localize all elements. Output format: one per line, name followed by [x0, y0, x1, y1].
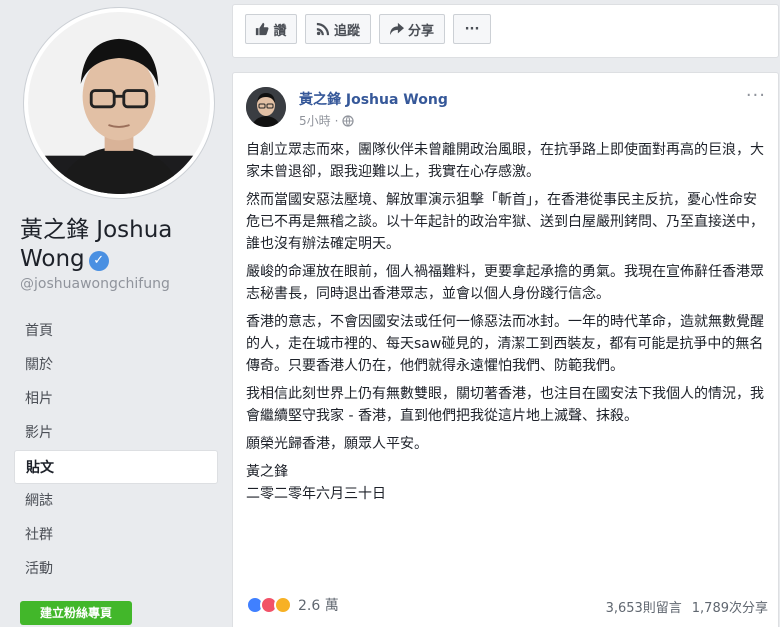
more-options-button[interactable]: ··· [453, 14, 491, 44]
create-page-button[interactable]: 建立粉絲專頁 [20, 601, 132, 625]
post-timestamp[interactable]: 5小時 [299, 112, 331, 129]
post-author-avatar[interactable] [246, 87, 286, 127]
post-paragraph: 嚴峻的命運放在眼前，個人禍福難料，更要拿起承擔的勇氣。我現在宣佈辭任香港眾志秘書… [246, 264, 764, 302]
more-dots-icon: ··· [464, 21, 480, 37]
share-page-label: 分享 [407, 23, 434, 39]
post-footer: 2.6 萬 3,653則留言 1,789次分享 [246, 595, 768, 617]
like-page-label: 讚 [273, 23, 287, 39]
globe-public-icon [342, 114, 355, 127]
follow-button[interactable]: 追蹤 [305, 14, 371, 44]
sidebar-item-posts[interactable]: 貼文 [14, 450, 218, 484]
post-signature: 黃之鋒 [246, 464, 288, 480]
author-avatar-image [246, 87, 286, 127]
sidebar-item-about[interactable]: 關於 [14, 348, 218, 382]
post-card: 黃之鋒 Joshua Wong 5小時 · ··· 自創立眾志而來，團隊伙伴未曾… [232, 72, 779, 627]
like-page-button[interactable]: 讚 [245, 14, 297, 44]
verified-badge-icon: ✓ [88, 250, 109, 271]
sidebar-item-videos[interactable]: 影片 [14, 416, 218, 450]
profile-picture[interactable] [24, 8, 214, 198]
sidebar-nav: 首頁 關於 相片 影片 貼文 網誌 社群 活動 [14, 314, 218, 586]
post-paragraph: 然而當國安惡法壓境、解放軍演示狙擊「斬首」，在香港從事民主反抗，憂心性命安危已不… [246, 192, 764, 252]
sidebar-item-photos[interactable]: 相片 [14, 382, 218, 416]
profile-photo-image [28, 12, 210, 194]
sad-reaction-icon [274, 596, 292, 614]
page-handle[interactable]: @joshuawongchifung [20, 276, 170, 292]
post-stats: 3,653則留言 1,789次分享 [606, 597, 768, 616]
rss-follow-icon [316, 22, 330, 36]
sidebar-item-home[interactable]: 首頁 [14, 314, 218, 348]
post-paragraph: 我相信此刻世界上仍有無數雙眼，關切著香港，也注目在國安法下我個人的情況，我會繼續… [246, 386, 764, 424]
reactions-summary[interactable]: 2.6 萬 [246, 595, 339, 615]
page-title: 黃之鋒 Joshua Wong ✓ [20, 216, 220, 274]
post-paragraph: 香港的意志，不會因國安法或任何一條惡法而冰封。一年的時代革命，造就無數覺醒的人，… [246, 314, 764, 374]
post-body: 自創立眾志而來，團隊伙伴未曾離開政治風眼，在抗爭路上即使面對再高的巨浪，大家未曾… [246, 139, 766, 505]
thumbs-up-icon [256, 22, 269, 36]
share-page-button[interactable]: 分享 [379, 14, 445, 44]
post-date: 二零二零年六月三十日 [246, 486, 386, 502]
sidebar-item-notes[interactable]: 網誌 [14, 484, 218, 518]
separator-dot: · [334, 113, 339, 128]
sidebar-item-events[interactable]: 活動 [14, 552, 218, 586]
reaction-count: 2.6 萬 [298, 598, 339, 614]
post-meta: 5小時 · [299, 112, 355, 129]
post-author-name[interactable]: 黃之鋒 Joshua Wong [299, 89, 448, 109]
post-paragraph: 願榮光歸香港，願眾人平安。 [246, 436, 428, 452]
sidebar-item-community[interactable]: 社群 [14, 518, 218, 552]
post-paragraph: 自創立眾志而來，團隊伙伴未曾離開政治風眼，在抗爭路上即使面對再高的巨浪，大家未曾… [246, 142, 764, 180]
page-action-bar: 讚 追蹤 分享 ··· [232, 4, 779, 58]
share-arrow-icon [389, 22, 404, 36]
post-options-icon[interactable]: ··· [746, 85, 766, 106]
comment-count[interactable]: 3,653則留言 [606, 597, 682, 616]
share-count[interactable]: 1,789次分享 [692, 597, 768, 616]
follow-label: 追蹤 [333, 23, 360, 39]
